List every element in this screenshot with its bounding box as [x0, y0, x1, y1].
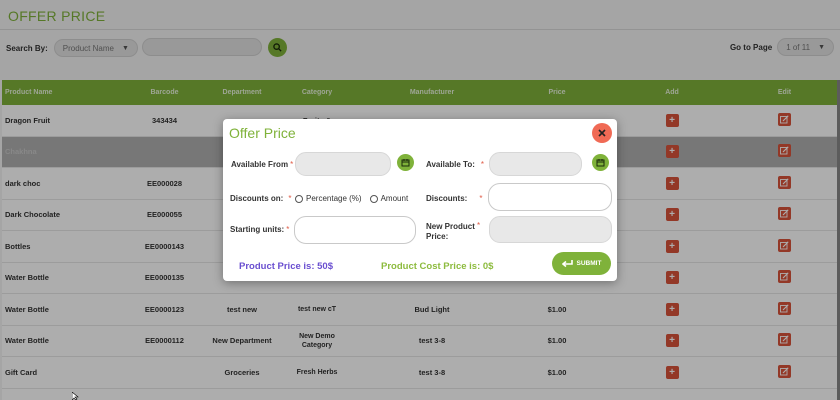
modal-title: Offer Price: [229, 125, 296, 141]
close-button[interactable]: [592, 123, 612, 143]
discounts-on-label: Discounts on: *: [230, 194, 292, 203]
discount-type-radio-group: Percentage (%) Amount: [295, 194, 416, 203]
enter-arrow-icon: [561, 259, 573, 267]
new-product-price-label: New Product Price:: [426, 222, 475, 241]
radio-circle-icon: [295, 194, 303, 203]
radio-percentage[interactable]: Percentage (%): [295, 194, 362, 203]
mouse-cursor-icon: [72, 392, 79, 400]
available-to-label: Available To: *: [426, 160, 485, 169]
available-from-calendar-button[interactable]: [397, 154, 414, 171]
available-from-label: Available From *: [231, 160, 294, 169]
radio-circle-icon: [369, 194, 378, 203]
radio-amount-label: Amount: [380, 194, 409, 203]
submit-button[interactable]: SUBMIT: [552, 252, 611, 275]
product-price-text: Product Price is: 50$: [239, 261, 333, 272]
close-icon: [598, 129, 606, 137]
starting-units-label: Starting units: *: [230, 225, 290, 234]
product-cost-price-text: Product Cost Price is: 0$: [381, 261, 494, 272]
radio-amount[interactable]: Amount: [369, 194, 409, 203]
available-to-calendar-button[interactable]: [592, 154, 609, 171]
calendar-icon: [401, 159, 410, 167]
submit-label: SUBMIT: [576, 260, 602, 267]
new-product-price-required: *: [477, 221, 481, 230]
starting-units-input[interactable]: [294, 216, 416, 244]
available-from-input[interactable]: [295, 152, 391, 176]
new-product-price-input: [489, 216, 612, 243]
discounts-label: Discounts: *: [426, 194, 483, 203]
available-to-input[interactable]: [489, 152, 582, 176]
discounts-input[interactable]: [488, 183, 612, 211]
calendar-icon: [596, 159, 605, 167]
offer-price-modal: Offer Price Available From * Available To…: [223, 119, 617, 281]
radio-percentage-label: Percentage (%): [306, 194, 362, 203]
